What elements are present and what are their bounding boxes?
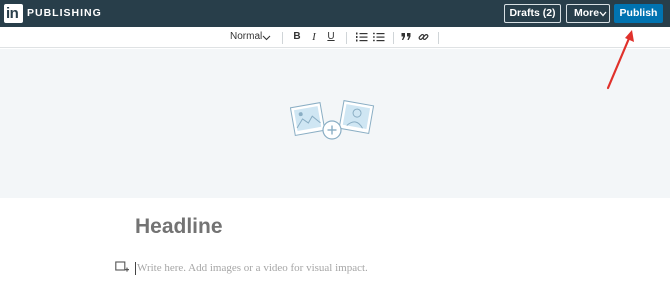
toolbar-divider [393, 32, 394, 44]
quote-button[interactable] [400, 30, 414, 44]
more-button[interactable]: More [566, 4, 610, 23]
logo-text: in [6, 5, 19, 22]
toolbar-divider [282, 32, 283, 44]
text-caret [135, 262, 136, 275]
underline-button[interactable]: U [324, 30, 338, 44]
add-cover-image-icon[interactable] [290, 99, 376, 145]
annotation-arrow-icon [606, 30, 634, 90]
chevron-down-icon [599, 11, 607, 17]
formatting-toolbar: Normal B I U [0, 27, 670, 48]
ordered-list-icon [356, 32, 368, 42]
paragraph-style-select[interactable]: Normal [230, 31, 262, 43]
chevron-down-icon[interactable] [262, 35, 271, 41]
bold-button[interactable]: B [290, 30, 304, 44]
quote-icon [401, 33, 411, 40]
ordered-list-button[interactable] [355, 30, 369, 44]
link-button[interactable] [417, 30, 431, 44]
toolbar-divider [438, 32, 439, 44]
bullet-list-button[interactable] [372, 30, 386, 44]
link-icon [418, 33, 429, 41]
drafts-button[interactable]: Drafts (2) [504, 4, 561, 23]
headline-placeholder[interactable]: Headline [135, 214, 223, 240]
brand-title: PUBLISHING [27, 7, 102, 19]
more-button-label: More [574, 7, 600, 19]
body-placeholder[interactable]: Write here. Add images or a video for vi… [137, 262, 368, 275]
italic-button[interactable]: I [307, 30, 321, 44]
publish-button[interactable]: Publish [614, 4, 663, 23]
toolbar-divider [346, 32, 347, 44]
linkedin-logo[interactable]: in [4, 4, 23, 23]
cover-image-area[interactable] [0, 49, 670, 198]
top-bar: in PUBLISHING Drafts (2) More Publish [0, 0, 670, 27]
add-media-icon[interactable] [115, 261, 129, 273]
bullet-list-icon [373, 32, 385, 42]
